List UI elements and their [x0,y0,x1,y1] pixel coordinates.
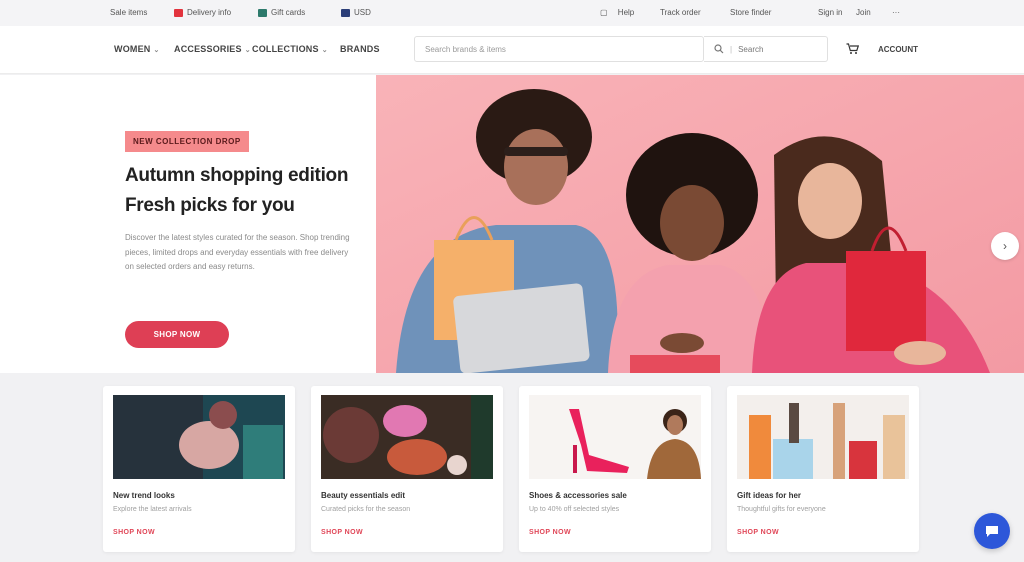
utility-link-delivery[interactable]: Delivery info [174,8,231,17]
nav-category-label: ACCESSORIES [174,44,242,54]
utility-label: Sale items [110,8,148,17]
utility-label: ··· [892,8,900,17]
promo-card-image [529,395,701,479]
card-thumbnail-illustration [321,395,493,479]
cart-button[interactable] [846,43,860,58]
hero-badge: NEW COLLECTION DROP [125,131,249,152]
flag-icon [258,8,267,17]
chevron-right-icon: › [1003,239,1007,253]
promo-card-link[interactable]: SHOP NOW [737,529,779,536]
utility-link-track[interactable]: Track order [660,8,701,17]
promo-card-title: New trend looks [113,491,175,500]
utility-link-gift[interactable]: Gift cards [258,8,305,17]
hero-description: Discover the latest styles curated for t… [125,233,350,271]
promo-card-image [737,395,909,479]
cart-icon [846,43,860,54]
utility-label: Help [617,8,635,17]
chevron-down-icon: ⌄ [153,47,160,54]
promo-card-link[interactable]: SHOP NOW [113,529,155,536]
promo-card[interactable]: Shoes & accessories sale Up to 40% off s… [519,386,711,552]
promo-card-image [113,395,285,479]
promo-card-title: Beauty essentials edit [321,491,406,500]
utility-label: Gift cards [271,8,306,17]
promo-card-image [321,395,493,479]
promo-card-link[interactable]: SHOP NOW [321,529,363,536]
utility-link-join[interactable]: Join [856,8,871,17]
utility-bar: Sale items Delivery info Gift cards USD … [0,0,1024,26]
promo-card-title: Gift ideas for her [737,491,802,500]
hero-shop-button[interactable]: SHOP NOW [125,321,229,348]
utility-link-stores[interactable]: Store finder [730,8,771,17]
promo-card-title: Shoes & accessories sale [529,491,627,500]
currency-label: USD [354,8,371,17]
chat-button[interactable] [974,513,1010,549]
flag-icon [174,8,183,17]
search-icon [714,44,724,54]
hero-next-button[interactable]: › [991,232,1019,260]
info-icon: ▢ [600,8,608,17]
hero-photo-illustration [376,75,1024,373]
promo-card-link[interactable]: SHOP NOW [529,529,571,536]
flag-icon [341,8,350,17]
utility-label: Store finder [730,8,772,17]
card-thumbnail-illustration [529,395,701,479]
card-thumbnail-illustration [113,395,285,479]
chat-icon [986,526,998,537]
search-button[interactable]: | Search [704,36,828,62]
promo-card-subtitle: Up to 40% off selected styles [529,506,620,513]
hero-title-line: Fresh picks for you [125,195,295,216]
card-thumbnail-illustration [737,395,909,479]
divider: | [730,44,733,54]
chevron-down-icon: ⌄ [321,47,328,54]
utility-label: Sign in [818,8,843,17]
utility-label: Delivery info [187,8,232,17]
chevron-down-icon: ⌄ [244,47,251,54]
hero-text-panel: NEW COLLECTION DROP Autumn shopping edit… [0,75,376,373]
nav-category-label: BRANDS [340,44,380,54]
promo-card-subtitle: Thoughtful gifts for everyone [737,506,826,513]
promo-card-subtitle: Explore the latest arrivals [113,506,192,513]
promo-card[interactable]: Gift ideas for her Thoughtful gifts for … [727,386,919,552]
hero-title-line: Autumn shopping edition [125,165,349,186]
utility-label: Join [856,8,871,17]
promo-card[interactable]: New trend looks Explore the latest arriv… [103,386,295,552]
search-box [414,36,704,62]
account-link[interactable]: ACCOUNT [878,45,918,54]
utility-link-help[interactable]: ▢ Help [600,8,634,17]
search-button-label: Search [738,44,764,54]
nav-category-label: WOMEN [114,44,151,54]
nav-category-brands[interactable]: BRANDS [340,44,380,54]
promo-card[interactable]: Beauty essentials edit Curated picks for… [311,386,503,552]
utility-more[interactable]: ··· [892,8,900,17]
hero-image [376,75,1024,373]
nav-category-accessories[interactable]: ACCESSORIES ⌄ [174,44,251,54]
nav-category-women[interactable]: WOMEN ⌄ [114,44,160,54]
utility-label: Track order [660,8,701,17]
nav-category-collections[interactable]: COLLECTIONS ⌄ [252,44,328,54]
currency-selector[interactable]: USD [341,8,371,17]
nav-category-label: COLLECTIONS [252,44,319,54]
main-navigation: WOMEN ⌄ ACCESSORIES ⌄ COLLECTIONS ⌄ BRANDS … [0,26,1024,74]
promo-card-subtitle: Curated picks for the season [321,506,411,513]
hero-title: Autumn shopping edition Fresh picks for … [125,161,365,221]
utility-link-sale[interactable]: Sale items [110,8,147,17]
search-input[interactable] [415,37,703,61]
utility-link-signin[interactable]: Sign in [818,8,842,17]
